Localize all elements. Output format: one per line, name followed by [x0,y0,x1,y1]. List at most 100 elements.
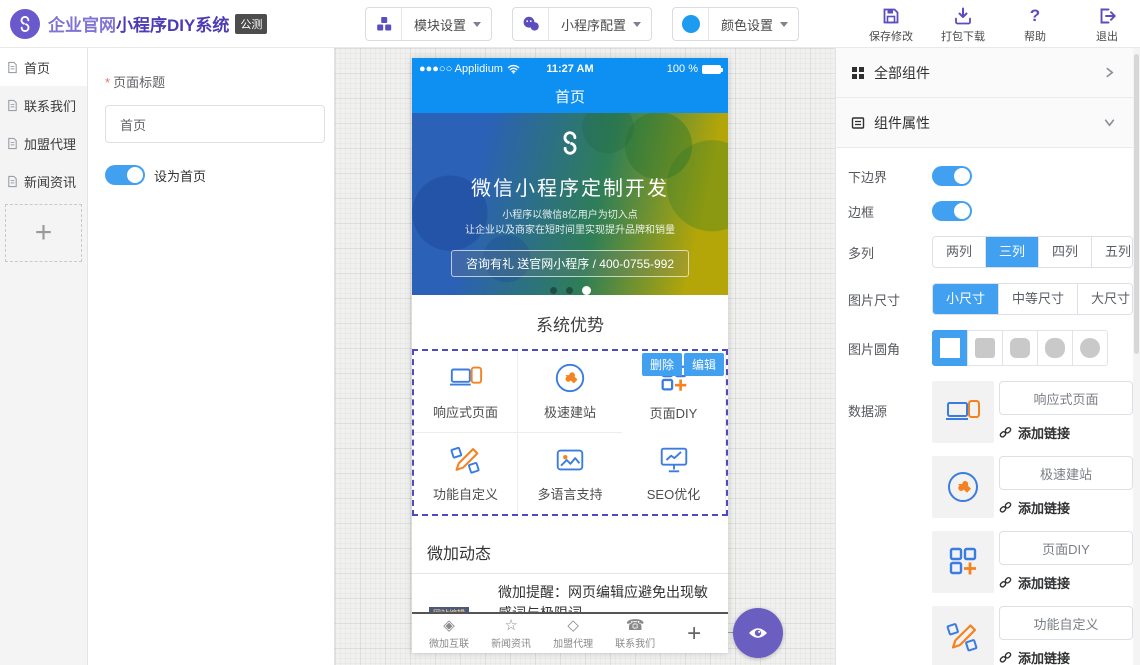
sidebar-item-label: 新闻资讯 [24,172,76,191]
eye-icon [748,626,768,640]
toolbar-menus: 模块设置 小程序配置 颜色设置 [365,7,799,41]
data-source-list: 添加链接 添加链接 [932,381,1133,665]
all-components-title: 全部组件 [874,63,930,83]
panel-scrollbar[interactable] [1133,48,1140,665]
responsive-page-icon [449,361,483,395]
multi-language-icon [553,443,587,477]
components-grid-icon [851,66,865,80]
radius-option-4[interactable] [1072,330,1108,366]
exit-icon [1098,5,1116,25]
columns-option-two[interactable]: 两列 [933,237,985,267]
data-source-item: 添加链接 [932,606,1133,665]
preview-eye-button[interactable] [733,608,783,658]
tab-news[interactable]: ☆ 新闻资讯 [480,617,542,650]
add-link-button[interactable]: 添加链接 [999,573,1133,592]
add-link-button[interactable]: 添加链接 [999,423,1133,442]
columns-option-three-selected[interactable]: 三列 [985,237,1038,267]
set-home-toggle[interactable] [105,165,145,185]
carousel-dot[interactable] [566,287,573,294]
scrollbar-thumb[interactable] [1134,54,1139,354]
diamond-icon: ◇ [567,617,579,634]
radius-option-0-selected[interactable] [932,330,968,366]
data-source-item: 添加链接 [932,456,1133,518]
page-list-sidebar: 首页 联系我们 加盟代理 新闻资讯 + [0,48,88,665]
advantage-section-title: 系统优势 [412,295,728,349]
bottom-border-label: 下边界 [848,167,932,186]
custom-function-icon [932,606,994,665]
phone-tab-bar: ◈ 微加互联 ☆ 新闻资讯 ◇ 加盟代理 ☎ 联系我们 + [412,612,728,653]
page-icon [6,99,19,112]
image-size-small-selected[interactable]: 小尺寸 [933,284,998,314]
save-button[interactable]: 保存修改 [864,5,918,44]
radius-option-2[interactable] [1002,330,1038,366]
responsive-page-icon [932,381,994,443]
link-icon [999,651,1012,664]
custom-function-icon [449,443,483,477]
grid-item-responsive[interactable]: 响应式页面 [414,351,518,433]
add-link-button[interactable]: 添加链接 [999,648,1133,665]
grid-item-seo[interactable]: SEO优化 [622,433,726,515]
exit-button[interactable]: 退出 [1080,5,1134,44]
data-source-item: 添加链接 [932,381,1133,443]
grid-item-multilang[interactable]: 多语言支持 [518,433,622,515]
add-tab-button[interactable]: + [666,620,722,648]
add-link-button[interactable]: 添加链接 [999,498,1133,517]
columns-option-four[interactable]: 四列 [1038,237,1091,267]
image-size-segmented-control: 小尺寸 中等尺寸 大尺寸 [932,283,1133,315]
image-size-large[interactable]: 大尺寸 [1077,284,1133,314]
app-title: 企业官网小程序DIY系统 [48,11,229,36]
grid-item-custom[interactable]: 功能自定义 [414,433,518,515]
data-source-name-input[interactable] [999,456,1133,490]
hero-banner[interactable]: 微信小程序定制开发 小程序以微信8亿用户为切入点 让企业以及商家在短时间里实现提… [412,113,728,295]
sidebar-item-home[interactable]: 首页 [0,48,87,86]
top-toolbar: 企业官网小程序DIY系统 公测 模块设置 小程序配置 颜色设置 保存修改 [0,0,1140,48]
seo-icon [657,443,691,477]
component-properties-header[interactable]: 组件属性 [836,98,1133,148]
chevron-down-icon [633,22,641,27]
data-source-name-input[interactable] [999,606,1133,640]
all-components-header[interactable]: 全部组件 [836,48,1133,98]
save-icon [882,5,900,25]
tab-weijia[interactable]: ◈ 微加互联 [418,617,480,650]
data-source-name-input[interactable] [999,381,1133,415]
image-radius-options [932,330,1108,366]
radius-option-1[interactable] [967,330,1003,366]
miniprogram-config-button[interactable]: 小程序配置 [512,7,652,41]
image-radius-label: 图片圆角 [848,339,932,358]
miniprogram-logo-icon [412,127,728,164]
grid-item-speed[interactable]: 极速建站 [518,351,622,433]
delete-component-button[interactable]: 删除 [642,353,682,376]
color-settings-button[interactable]: 颜色设置 [672,7,799,41]
link-icon [999,501,1012,514]
module-settings-button[interactable]: 模块设置 [365,7,492,41]
bottom-border-toggle[interactable] [932,166,972,186]
exit-label: 退出 [1096,28,1118,44]
columns-option-five[interactable]: 五列 [1091,237,1133,267]
download-icon [954,5,972,25]
radius-option-3[interactable] [1037,330,1073,366]
border-toggle[interactable] [932,201,972,221]
sidebar-item-agent[interactable]: 加盟代理 [0,124,87,162]
sidebar-item-contact[interactable]: 联系我们 [0,86,87,124]
add-page-button[interactable]: + [5,204,82,262]
tab-agent[interactable]: ◇ 加盟代理 [542,617,604,650]
sidebar-item-news[interactable]: 新闻资讯 [0,162,87,200]
carousel-dot[interactable] [550,287,557,294]
image-size-medium[interactable]: 中等尺寸 [998,284,1077,314]
carousel-dot-active[interactable] [582,286,591,295]
page-title-input[interactable] [105,105,325,143]
speed-build-icon [932,456,994,518]
tab-contact[interactable]: ☎ 联系我们 [604,617,666,650]
phone-nav-title: 首页 [555,86,585,107]
hero-subtitle: 小程序以微信8亿用户为切入点 让企业以及商家在短时间里实现提升品牌和销量 [412,208,728,238]
help-button[interactable]: ? 帮助 [1008,5,1062,44]
download-button[interactable]: 打包下载 [936,5,990,44]
advantage-grid-selected-component[interactable]: 删除 编辑 响应式页面 极速建站 页面DIY 功能自定义 [412,349,728,516]
edit-component-button[interactable]: 编辑 [684,353,724,376]
set-home-label: 设为首页 [154,166,206,185]
page-icon [6,175,19,188]
columns-segmented-control: 两列 三列 四列 五列 [932,236,1133,268]
page-title-label: *页面标题 [105,72,324,91]
data-source-name-input[interactable] [999,531,1133,565]
miniprogram-config-label: 小程序配置 [561,15,626,34]
